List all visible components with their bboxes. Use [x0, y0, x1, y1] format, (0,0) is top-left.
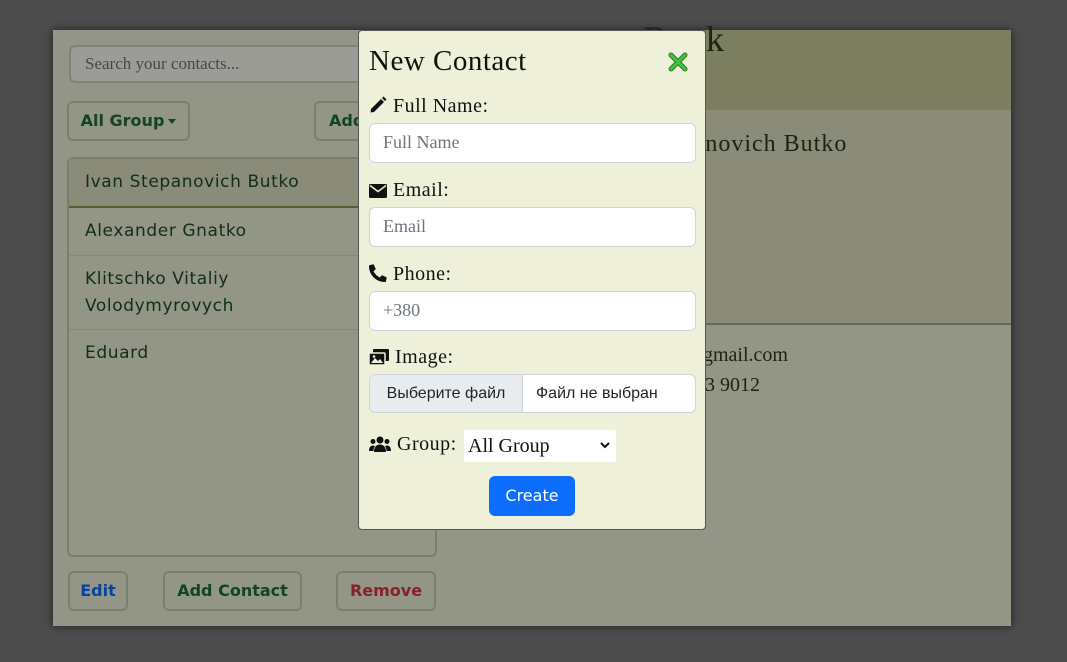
full-name-input[interactable]: Full Name — [369, 123, 696, 163]
envelope-icon — [369, 184, 387, 198]
modal-title: New Contact — [369, 45, 527, 77]
choose-file-button[interactable]: Выберите файл — [370, 375, 523, 412]
email-label-text: Email: — [393, 179, 450, 201]
image-label: Image: — [368, 346, 454, 369]
image-label-text: Image: — [395, 346, 454, 368]
phone-icon — [369, 264, 387, 282]
create-button[interactable]: Create — [489, 476, 575, 516]
phone-label: Phone: — [369, 263, 452, 286]
images-icon — [368, 349, 389, 366]
image-file-input[interactable]: Выберите файл Файл не выбран — [369, 374, 696, 413]
email-label: Email: — [369, 179, 449, 202]
close-icon[interactable] — [667, 51, 689, 73]
group-select-value: All Group — [468, 435, 550, 457]
file-status-text: Файл не выбран — [536, 385, 658, 402]
group-label: Group: — [369, 433, 457, 456]
full-name-label-text: Full Name: — [393, 95, 489, 117]
group-label-text: Group: — [397, 433, 457, 455]
email-input[interactable]: Email — [369, 207, 696, 247]
group-select[interactable]: All Group — [464, 430, 616, 462]
phone-input[interactable]: +380 — [369, 291, 696, 331]
pencil-icon — [370, 96, 387, 113]
full-name-label: Full Name: — [369, 95, 489, 118]
users-icon — [369, 436, 391, 452]
new-contact-modal: New Contact Full Name: Full Name Email: … — [358, 30, 706, 530]
phone-label-text: Phone: — [393, 263, 452, 285]
chevron-down-icon — [600, 442, 610, 449]
